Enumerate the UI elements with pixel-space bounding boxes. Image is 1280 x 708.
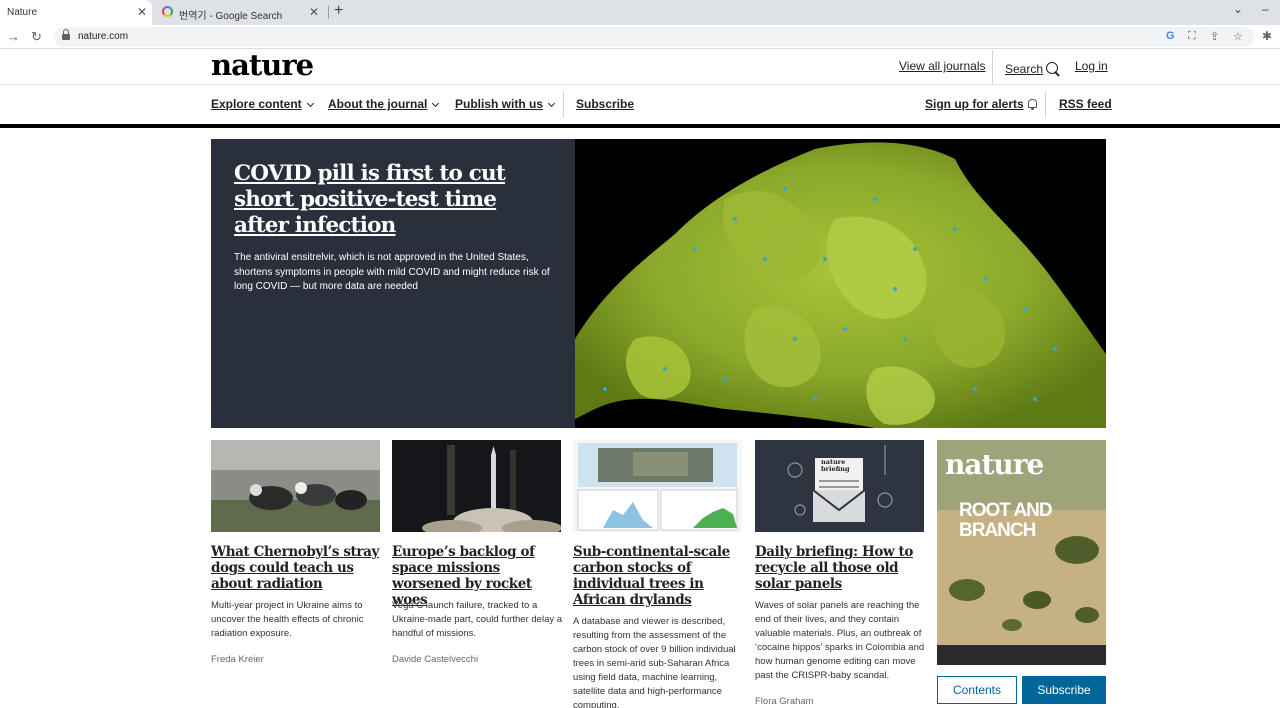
article-summary: A database and viewer is described, resu… bbox=[573, 616, 736, 708]
bell-icon bbox=[1027, 99, 1037, 110]
alerts-label: Sign up for alerts bbox=[925, 97, 1024, 111]
tab-google-search[interactable]: 번역기 - Google Search ✕ bbox=[152, 0, 328, 25]
nav-subscribe[interactable]: Subscribe bbox=[576, 97, 634, 111]
login-link[interactable]: Log in bbox=[1075, 59, 1108, 73]
browser-tab-bar: Nature ✕ 번역기 - Google Search ✕ + ⌄ – bbox=[0, 0, 1280, 25]
header-bottom-bar bbox=[0, 124, 1280, 128]
cover-headline: BRANCH bbox=[959, 520, 1036, 541]
search-link[interactable]: Search bbox=[1005, 59, 1060, 76]
lock-icon bbox=[62, 29, 70, 41]
search-icon bbox=[1046, 62, 1060, 76]
article-thumbnail[interactable] bbox=[392, 440, 561, 532]
hero-article: COVID pill is first to cut short positiv… bbox=[211, 139, 1106, 428]
google-icon[interactable]: G bbox=[1166, 30, 1175, 42]
close-tab-icon[interactable]: ✕ bbox=[137, 5, 147, 19]
nature-logo[interactable]: nature bbox=[211, 48, 314, 82]
url-text[interactable]: nature.com bbox=[78, 31, 128, 42]
nav-explore-content[interactable]: Explore content bbox=[211, 97, 314, 111]
sign-up-alerts-link[interactable]: Sign up for alerts bbox=[925, 97, 1037, 111]
tab-divider bbox=[328, 6, 329, 19]
briefing-envelope-illustration bbox=[755, 440, 924, 532]
subscribe-button[interactable]: Subscribe bbox=[1022, 676, 1106, 704]
hero-headline[interactable]: COVID pill is first to cut short positiv… bbox=[234, 161, 554, 239]
article-summary: Multi-year project in Ukraine aims to un… bbox=[211, 600, 364, 639]
divider bbox=[1045, 91, 1046, 118]
nav-label: About the journal bbox=[328, 97, 428, 111]
rss-feed-link[interactable]: RSS feed bbox=[1059, 97, 1112, 111]
close-tab-icon[interactable]: ✕ bbox=[309, 5, 319, 19]
cover-headline: ROOT AND bbox=[959, 500, 1053, 521]
bookmark-star-icon[interactable]: ☆ bbox=[1233, 30, 1243, 43]
chevron-down-icon bbox=[432, 99, 440, 108]
reload-icon[interactable]: ↻ bbox=[31, 29, 42, 45]
translate-icon[interactable]: ⛶ bbox=[1188, 30, 1196, 43]
extensions-icon[interactable]: ✱ bbox=[1262, 29, 1272, 43]
contents-button[interactable]: Contents bbox=[937, 676, 1017, 704]
header-divider bbox=[0, 84, 1280, 85]
article-author: Freda Kreier bbox=[211, 654, 264, 665]
search-label: Search bbox=[1005, 62, 1044, 76]
view-all-journals-link[interactable]: View all journals bbox=[899, 59, 986, 73]
chevron-down-icon bbox=[547, 99, 556, 108]
nav-label: Explore content bbox=[211, 97, 302, 111]
forward-icon[interactable]: → bbox=[7, 29, 20, 44]
tab-search-chevron-icon[interactable]: ⌄ bbox=[1233, 2, 1243, 16]
divider bbox=[563, 91, 564, 118]
nav-about-journal[interactable]: About the journal bbox=[328, 97, 440, 111]
article-headline[interactable]: What Chernobyl’s stray dogs could teach … bbox=[211, 544, 386, 592]
article-headline[interactable]: Daily briefing: How to recycle all those… bbox=[755, 544, 930, 592]
article-summary: Waves of solar panels are reaching the e… bbox=[755, 600, 925, 681]
journal-cover[interactable]: nature ROOT AND BRANCH bbox=[937, 440, 1106, 665]
omnibox[interactable]: nature.com G ⛶ ⇪ ☆ bbox=[54, 27, 1254, 47]
hero-summary: The antiviral ensitrelvir, which is not … bbox=[234, 252, 550, 292]
article-thumbnail[interactable] bbox=[573, 440, 742, 532]
new-tab-button[interactable]: + bbox=[334, 2, 343, 20]
rocket-photo bbox=[392, 440, 561, 532]
tab-nature[interactable]: Nature ✕ bbox=[0, 0, 152, 25]
nav-publish-with-us[interactable]: Publish with us bbox=[455, 97, 556, 111]
briefing-badge: nature briefing bbox=[821, 458, 850, 473]
tab-title: Nature bbox=[7, 7, 38, 18]
article-headline[interactable]: Sub-continental-scale carbon stocks of i… bbox=[573, 544, 748, 608]
article-thumbnail[interactable] bbox=[211, 440, 380, 532]
hero-image[interactable] bbox=[575, 139, 1106, 428]
dogs-photo bbox=[211, 440, 380, 532]
article-author: Flora Graham bbox=[755, 696, 814, 707]
cover-logo: nature bbox=[945, 448, 1044, 481]
google-favicon-icon bbox=[162, 6, 173, 17]
tab-title: 번역기 - Google Search bbox=[179, 11, 283, 22]
article-summary: Vega C launch failure, tracked to a Ukra… bbox=[392, 600, 563, 639]
share-icon[interactable]: ⇪ bbox=[1210, 30, 1219, 43]
address-bar: → ↻ nature.com G ⛶ ⇪ ☆ ✱ bbox=[0, 25, 1280, 49]
nav-label: Publish with us bbox=[455, 97, 544, 111]
divider bbox=[992, 50, 993, 84]
article-author: Davide Castelvecchi bbox=[392, 654, 479, 665]
satellite-figure bbox=[573, 440, 742, 532]
article-thumbnail[interactable]: nature briefing bbox=[755, 440, 924, 532]
chevron-down-icon bbox=[306, 99, 314, 108]
virus-micrograph bbox=[575, 139, 1106, 428]
minimize-window-icon[interactable]: – bbox=[1262, 2, 1269, 16]
